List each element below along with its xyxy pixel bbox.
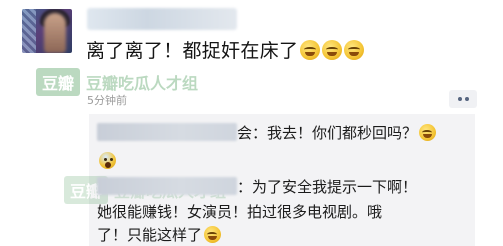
reply-item[interactable]: 会：我去！你们都秒回吗？ bbox=[97, 122, 437, 144]
reply-text: ：为了安全我提示一下啊！ bbox=[237, 178, 418, 196]
laughing-tears-emoji-icon bbox=[419, 124, 437, 141]
more-options-button[interactable] bbox=[449, 90, 477, 108]
laughing-tears-emoji-icon bbox=[322, 40, 343, 60]
reply-item[interactable]: ：为了安全我提示一下啊！ bbox=[97, 176, 417, 198]
avatar[interactable] bbox=[22, 9, 72, 53]
ellipsis-icon bbox=[464, 97, 469, 101]
screaming-face-emoji-icon bbox=[99, 152, 116, 169]
blurred-reply-username[interactable] bbox=[97, 123, 237, 141]
reply-continuation bbox=[97, 150, 116, 172]
reply-text-line: 她很能赚钱！女演员！拍过很多电视剧。哦 bbox=[97, 203, 383, 221]
douban-logo: 豆瓣 bbox=[36, 68, 81, 96]
post-text: 离了离了！都捉奸在床了 bbox=[86, 40, 299, 62]
post-content: 离了离了！都捉奸在床了 bbox=[86, 38, 365, 64]
laughing-tears-emoji-icon bbox=[344, 40, 365, 60]
watermark-group-name: 豆瓣吃瓜人才组 bbox=[86, 74, 199, 93]
laughing-tears-emoji-icon bbox=[204, 226, 222, 243]
ellipsis-icon bbox=[457, 97, 462, 101]
reply-text-line: 了！只能这样了 bbox=[97, 224, 222, 246]
reply-text: 了！只能这样了 bbox=[97, 226, 203, 244]
avatar-pattern bbox=[22, 9, 36, 53]
blurred-username[interactable] bbox=[87, 8, 237, 30]
reply-text: 会：我去！你们都秒回吗？ bbox=[237, 124, 418, 142]
avatar-face bbox=[44, 13, 66, 53]
laughing-tears-emoji-icon bbox=[300, 40, 321, 60]
post-timestamp: 5分钟前 bbox=[87, 94, 127, 107]
blurred-reply-username[interactable] bbox=[97, 177, 237, 195]
